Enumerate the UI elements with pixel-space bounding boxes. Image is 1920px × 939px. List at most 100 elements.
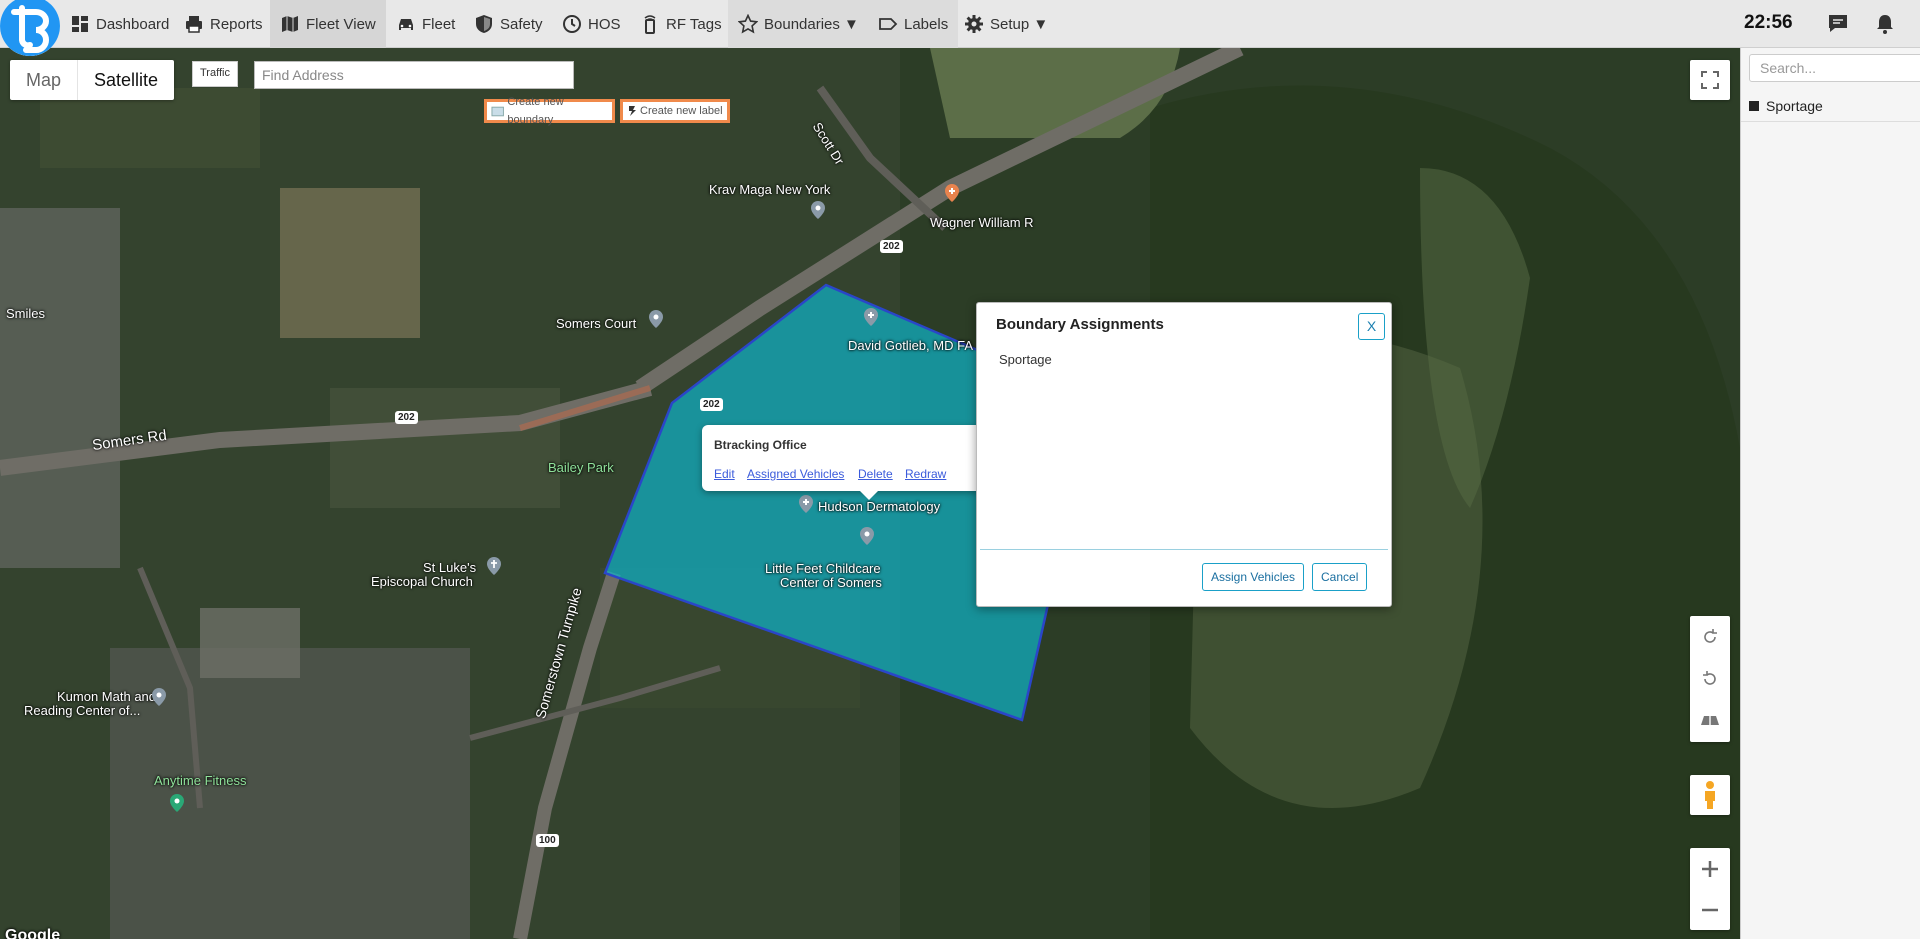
nav-labels-label: Labels [904, 15, 949, 33]
app-logo[interactable] [0, 0, 60, 56]
vehicle-name: Sportage [1766, 97, 1823, 114]
nav-safety-label: Safety [500, 15, 543, 33]
cancel-button[interactable]: Cancel [1312, 563, 1368, 591]
nav-setup-label: Setup ▼ [990, 15, 1049, 33]
find-address-input[interactable] [254, 61, 574, 89]
create-boundary-label: Create new boundary [507, 96, 564, 126]
bell-icon[interactable] [1873, 12, 1897, 36]
medical-pin-icon[interactable] [945, 184, 959, 202]
nav-dashboard-label: Dashboard [96, 15, 170, 33]
modal-vehicle-item[interactable]: Sportage [999, 352, 1052, 367]
place-gotlieb: David Gotlieb, MD FA [848, 338, 973, 353]
map-type-control: Map Satellite [10, 60, 175, 100]
shield-icon [476, 15, 492, 33]
assigned-vehicles-link[interactable]: Assigned Vehicles [747, 467, 844, 481]
zoom-out-button[interactable] [1690, 889, 1730, 930]
create-label-button[interactable]: Create new label [620, 99, 730, 123]
tag-icon [629, 106, 636, 116]
create-label-label: Create new label [640, 105, 723, 117]
google-watermark: Google [5, 927, 61, 939]
vehicle-side-panel: Sportage [1740, 48, 1920, 939]
vehicle-list-item[interactable]: Sportage [1741, 90, 1920, 122]
redraw-boundary-link[interactable]: Redraw [905, 467, 946, 481]
nav-reports[interactable]: Reports [176, 0, 271, 48]
nav-rf-tags-label: RF Tags [666, 15, 722, 33]
fullscreen-icon [1701, 71, 1719, 89]
map-type-map-button[interactable]: Map [10, 60, 77, 100]
printer-icon [186, 16, 202, 33]
medical-pin-icon[interactable] [799, 495, 813, 513]
place-krav-maga: Krav Maga New York [709, 182, 831, 197]
place-st-lukes-line1: St Luke's [423, 560, 477, 575]
rotate-clockwise-button[interactable] [1690, 616, 1730, 658]
place-little-feet-line2: Center of Somers [780, 575, 882, 590]
place-somers-court: Somers Court [556, 316, 637, 331]
tilt-icon [1701, 716, 1719, 725]
place-hudson: Hudson Dermatology [818, 499, 941, 514]
boundary-assignments-modal: Boundary Assignments X Sportage Assign V… [976, 302, 1392, 607]
place-pin-icon[interactable] [860, 527, 874, 545]
church-pin-icon[interactable] [487, 557, 501, 575]
nav-rf-tags[interactable]: RF Tags [632, 0, 730, 48]
nav-safety[interactable]: Safety [466, 0, 551, 48]
nav-setup[interactable]: Setup ▼ [956, 0, 1056, 48]
top-nav-bar: Dashboard Reports Fleet View Fleet Safet… [0, 0, 1920, 56]
clock-readout: 22:56 [1744, 12, 1793, 33]
fullscreen-button[interactable] [1690, 60, 1730, 100]
boundary-info-popup: Btracking Office Edit Assigned Vehicles … [702, 425, 982, 500]
nav-reports-label: Reports [210, 15, 263, 33]
fitness-pin-icon[interactable] [170, 794, 184, 812]
place-smiles: Smiles [6, 306, 46, 321]
nav-boundaries[interactable]: Boundaries ▼ [728, 0, 869, 48]
rf-tag-icon [644, 15, 656, 34]
map-canvas[interactable]: Map Satellite Traffic Create new boundar… [0, 48, 1740, 939]
clock-icon [563, 15, 581, 33]
rotate-cw-icon [1704, 629, 1717, 643]
chat-icon[interactable] [1826, 12, 1850, 36]
nav-fleet-view[interactable]: Fleet View [270, 0, 386, 48]
nav-labels[interactable]: Labels [868, 0, 959, 48]
place-pin-icon[interactable] [811, 201, 825, 219]
map-icon [282, 16, 298, 32]
route-202-shield: 202 [395, 411, 418, 424]
modal-title: Boundary Assignments [996, 316, 1164, 333]
place-kumon-line1: Kumon Math and [57, 689, 157, 704]
medical-pin-icon[interactable] [864, 308, 878, 326]
vehicle-search-input[interactable] [1749, 54, 1920, 82]
pegman-icon [1705, 781, 1715, 809]
place-anytime-fitness: Anytime Fitness [154, 773, 247, 788]
dashboard-icon [72, 16, 88, 32]
street-view-pegman[interactable] [1690, 775, 1730, 815]
modal-divider [980, 549, 1388, 550]
modal-close-button[interactable]: X [1358, 313, 1385, 340]
zoom-in-button[interactable] [1690, 848, 1730, 889]
tilt-view-button[interactable] [1690, 700, 1730, 742]
nav-hos[interactable]: HOS [554, 0, 629, 48]
route-202-shield: 202 [700, 398, 723, 411]
nav-hos-label: HOS [588, 15, 621, 33]
plus-icon [1702, 860, 1718, 877]
boundary-name: Btracking Office [714, 438, 807, 452]
nav-dashboard[interactable]: Dashboard [62, 0, 177, 48]
delete-boundary-link[interactable]: Delete [858, 467, 893, 481]
create-boundary-button[interactable]: Create new boundary [484, 96, 615, 126]
place-pin-icon[interactable] [152, 688, 166, 706]
map-type-satellite-button[interactable]: Satellite [77, 60, 174, 100]
assign-vehicles-button[interactable]: Assign Vehicles [1202, 563, 1305, 591]
place-bailey-park: Bailey Park [548, 460, 614, 475]
nav-fleet[interactable]: Fleet [388, 0, 463, 48]
place-wagner: Wagner William R [930, 215, 1034, 230]
place-kumon-line2: Reading Center of... [24, 703, 141, 718]
label-icon [879, 18, 898, 30]
route-100-shield: 100 [536, 834, 559, 847]
traffic-toggle-button[interactable]: Traffic [192, 61, 238, 87]
route-202-shield: 202 [880, 240, 903, 253]
rotate-counterclockwise-button[interactable] [1690, 658, 1730, 700]
car-icon [399, 19, 413, 30]
place-little-feet-line1: Little Feet Childcare [765, 561, 881, 576]
star-icon [738, 14, 758, 34]
edit-boundary-link[interactable]: Edit [714, 467, 735, 481]
zoom-controls [1690, 848, 1730, 930]
boundary-icon [491, 106, 504, 116]
place-pin-icon[interactable] [649, 310, 663, 328]
